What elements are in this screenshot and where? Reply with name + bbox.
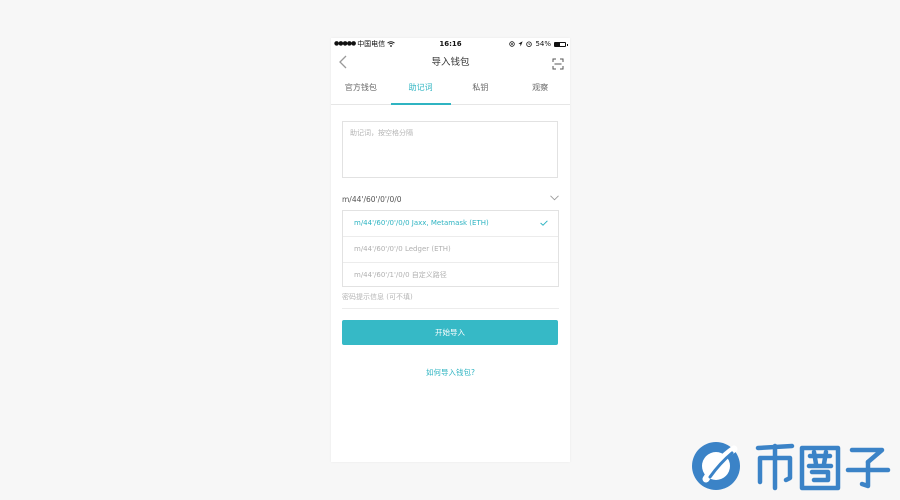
battery-level-fill xyxy=(555,42,561,46)
path-options-list: m/44'/60'/0'/0/0 Jaxx, Metamask (ETH) m/… xyxy=(342,210,559,287)
path-option-custom[interactable]: m/44'/60'/1'/0/0 自定义路径 xyxy=(343,263,558,288)
path-select[interactable]: m/44'/60'/0'/0/0 xyxy=(342,192,559,208)
path-option-label: m/44'/60'/0'/0/0 Jaxx, Metamask (ETH) xyxy=(354,219,489,227)
how-to-import-link[interactable]: 如何导入钱包? xyxy=(331,367,570,378)
scan-icon xyxy=(552,58,564,70)
check-icon xyxy=(540,220,548,226)
path-option-label: m/44'/60'/1'/0/0 自定义路径 xyxy=(354,271,447,279)
tab-mnemonic[interactable]: 助记词 xyxy=(390,74,451,105)
battery-percent: 54% xyxy=(535,40,551,48)
password-hint-input[interactable]: 密码提示信息 (可不填) xyxy=(342,290,559,309)
path-option-jaxx-metamask[interactable]: m/44'/60'/0'/0/0 Jaxx, Metamask (ETH) xyxy=(343,211,558,237)
path-option-label: m/44'/60'/0'/0 Ledger (ETH) xyxy=(354,245,451,253)
status-right: 54% xyxy=(509,38,568,50)
watermark-wordmark xyxy=(755,443,891,491)
mnemonic-placeholder: 助记词，按空格分隔 xyxy=(350,129,413,137)
nav-bar: 导入钱包 xyxy=(331,50,570,74)
start-import-button[interactable]: 开始导入 xyxy=(342,320,558,345)
status-bar: ●●●●● 中国电信 16:16 54% xyxy=(331,38,570,50)
path-option-ledger[interactable]: m/44'/60'/0'/0 Ledger (ETH) xyxy=(343,237,558,263)
coin-logo-icon xyxy=(692,442,740,490)
battery-icon xyxy=(554,41,568,47)
page-title: 导入钱包 xyxy=(431,57,470,68)
scan-button[interactable] xyxy=(552,55,564,70)
tab-official-wallet[interactable]: 官方钱包 xyxy=(331,74,391,104)
mnemonic-input[interactable]: 助记词，按空格分隔 xyxy=(342,121,558,178)
tab-bar: 官方钱包 助记词 私钥 观察 xyxy=(331,74,570,105)
watermark-logo xyxy=(688,435,898,495)
phone-screen: ●●●●● 中国电信 16:16 54% 导入钱包 官方钱包 助记词 私钥 观察… xyxy=(331,38,570,462)
path-current-value: m/44'/60'/0'/0/0 xyxy=(342,195,402,204)
location-icon xyxy=(518,41,524,47)
chevron-down-icon xyxy=(550,195,559,201)
password-hint-placeholder: 密码提示信息 (可不填) xyxy=(342,293,413,301)
lock-rotation-icon xyxy=(509,41,516,47)
tab-watch[interactable]: 观察 xyxy=(510,74,570,104)
tab-private-key[interactable]: 私钥 xyxy=(451,74,511,104)
alarm-icon xyxy=(526,41,533,47)
